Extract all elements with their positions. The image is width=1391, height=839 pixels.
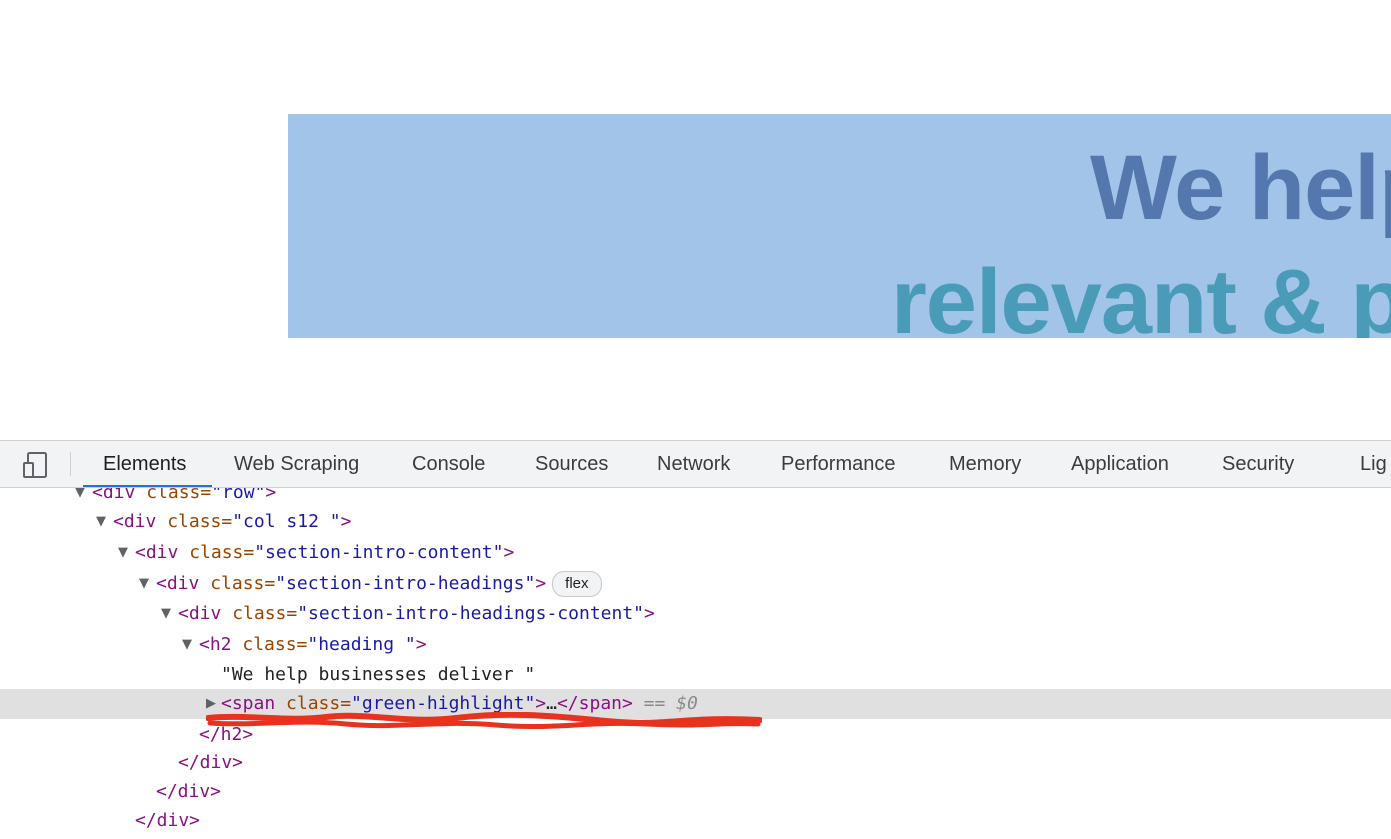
dom-node-close-div[interactable]: </div> [0, 748, 1391, 778]
tab-sources[interactable]: Sources [535, 441, 608, 487]
tab-network[interactable]: Network [657, 441, 730, 487]
elements-dom-tree: ▼ <div class="row"> ▼ <div class="col s1… [0, 488, 1391, 839]
devtools-tab-bar: Elements Web Scraping Console Sources Ne… [0, 440, 1391, 488]
collapse-triangle-icon[interactable]: ▼ [139, 569, 153, 599]
tab-web-scraping[interactable]: Web Scraping [234, 441, 359, 487]
dom-node-h2-heading[interactable]: ▼ <h2 class="heading "> [0, 630, 1391, 660]
tab-performance[interactable]: Performance [781, 441, 896, 487]
tab-console[interactable]: Console [412, 441, 485, 487]
tab-security[interactable]: Security [1222, 441, 1294, 487]
element-highlight-overlay: We help relevant & p [288, 114, 1391, 338]
collapse-triangle-icon[interactable]: ▼ [118, 538, 132, 568]
tab-application[interactable]: Application [1071, 441, 1169, 487]
dom-node-section-intro-headings[interactable]: ▼ <div class="section-intro-headings"> fl… [0, 569, 1391, 599]
tab-memory[interactable]: Memory [949, 441, 1021, 487]
hero-heading-line-2: relevant & p [891, 251, 1391, 338]
dom-node-col[interactable]: ▼ <div class="col s12 "> [0, 507, 1391, 537]
dom-node-close-div[interactable]: </div> [0, 777, 1391, 807]
collapse-triangle-icon[interactable]: ▼ [161, 599, 175, 629]
tab-elements[interactable]: Elements [103, 441, 186, 487]
flex-badge[interactable]: flex [552, 571, 602, 597]
page-viewport: We help relevant & p [0, 0, 1391, 440]
device-toolbar-icon[interactable] [22, 451, 50, 479]
tab-separator [70, 452, 71, 476]
hero-heading-line-1: We help [1090, 137, 1391, 239]
red-scribble-annotation [206, 712, 762, 730]
devtools-panel: Elements Web Scraping Console Sources Ne… [0, 440, 1391, 839]
dom-node-row[interactable]: ▼ <div class="row"> [0, 488, 1391, 508]
dom-text-node[interactable]: "We help businesses deliver " [0, 660, 1391, 690]
dom-node-close-div[interactable]: </div> [0, 806, 1391, 836]
dom-node-section-intro-headings-content[interactable]: ▼ <div class="section-intro-headings-con… [0, 599, 1391, 629]
collapse-triangle-icon[interactable]: ▼ [75, 488, 89, 508]
tab-lighthouse[interactable]: Lig [1360, 441, 1387, 487]
collapsed-ellipsis[interactable]: … [546, 693, 557, 714]
collapse-triangle-icon[interactable]: ▼ [96, 507, 110, 537]
console-ref-badge: $0 [676, 693, 698, 714]
collapse-triangle-icon[interactable]: ▼ [182, 630, 196, 660]
dom-node-section-intro-content[interactable]: ▼ <div class="section-intro-content"> [0, 538, 1391, 568]
